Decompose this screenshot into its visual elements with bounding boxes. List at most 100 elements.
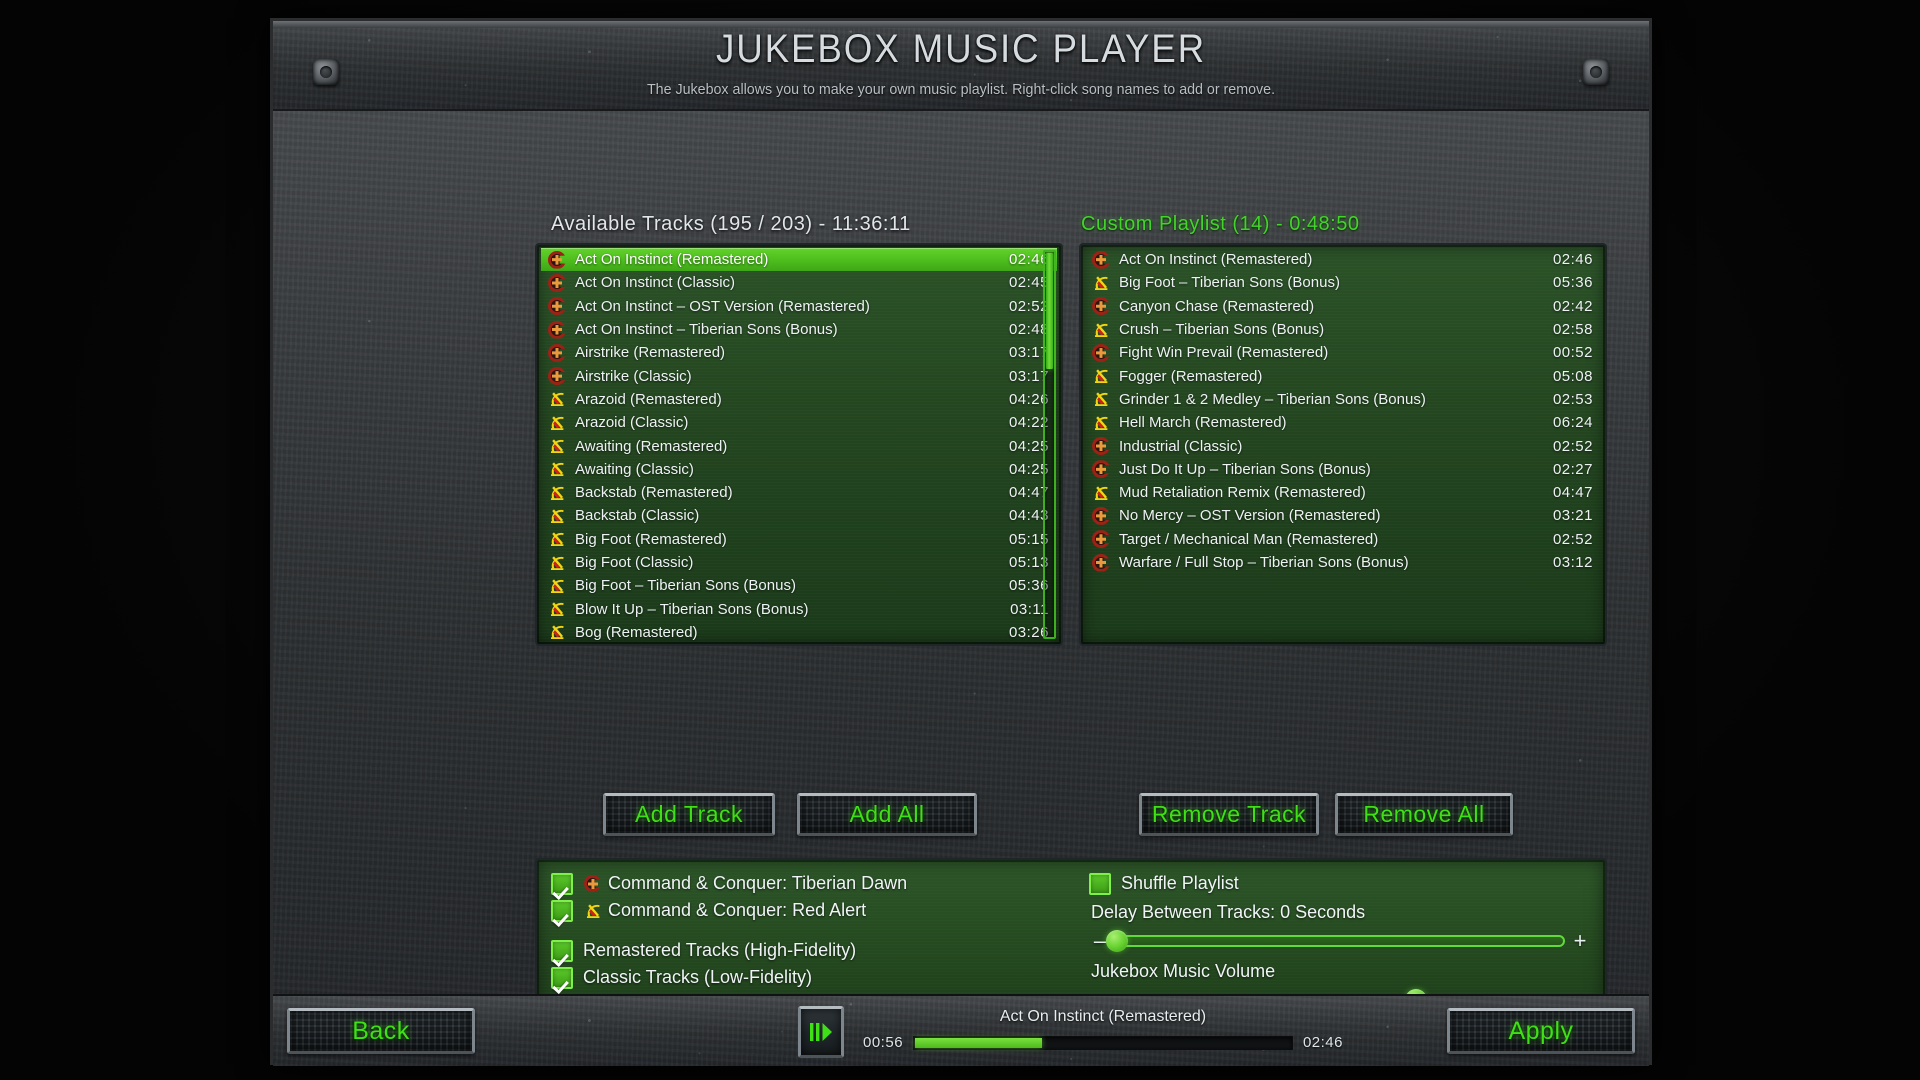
scrollbar-thumb[interactable]: [1046, 253, 1053, 369]
table-row[interactable]: Awaiting (Remastered) 04:25: [541, 434, 1057, 457]
duration-time: 02:46: [1302, 1034, 1343, 1051]
track-title: Big Foot (Remastered): [575, 530, 727, 548]
progress-bar-track[interactable]: [913, 1035, 1293, 1050]
table-row[interactable]: Warfare / Full Stop – Tiberian Sons (Bon…: [1085, 551, 1601, 574]
remove-all-button[interactable]: Remove All: [1335, 793, 1513, 836]
shuffle-playlist-checkbox[interactable]: [1089, 872, 1111, 895]
track-duration: 02:52: [1008, 297, 1049, 315]
track-title: Big Foot – Tiberian Sons (Bonus): [1119, 274, 1340, 292]
track-filter-checkbox[interactable]: [551, 939, 573, 962]
window-titlebar: JUKEBOX MUSIC PLAYER The Jukebox allows …: [273, 21, 1649, 111]
tiberian-dawn-icon: [1091, 553, 1111, 573]
tiberian-dawn-icon: [547, 250, 567, 270]
table-row[interactable]: Fogger (Remastered) 05:08: [1085, 364, 1601, 387]
track-filter-row[interactable]: Remastered Tracks (High-Fidelity): [551, 937, 1071, 964]
track-duration: 04:22: [1008, 414, 1049, 432]
delay-slider-track[interactable]: [1106, 930, 1565, 952]
table-row[interactable]: No Mercy – OST Version (Remastered) 03:21: [1085, 504, 1601, 527]
table-row[interactable]: Target / Mechanical Man (Remastered) 02:5…: [1085, 528, 1601, 551]
track-filter-checkbox[interactable]: [551, 899, 573, 922]
track-filter-checkbox[interactable]: [551, 872, 573, 895]
available-tracks-list[interactable]: Act On Instinct (Remastered) 02:46 Act On …: [541, 248, 1057, 641]
tiberian-dawn-icon: [547, 273, 567, 293]
track-filter-row[interactable]: Command & Conquer: Tiberian Dawn: [551, 870, 1071, 897]
red-alert-hammer-sickle-icon: [547, 599, 567, 619]
available-tracks-scrollbar[interactable]: [1043, 250, 1056, 639]
track-duration: 04:43: [1008, 507, 1049, 525]
table-row[interactable]: Grinder 1 & 2 Medley – Tiberian Sons (Bo…: [1085, 388, 1601, 411]
table-row[interactable]: Act On Instinct – OST Version (Remastere…: [541, 295, 1057, 318]
table-row[interactable]: Act On Instinct (Remastered) 02:46: [541, 248, 1057, 272]
track-duration: 03:17: [1008, 367, 1049, 385]
tiberian-dawn-icon: [1091, 296, 1111, 316]
table-row[interactable]: Industrial (Classic) 02:52: [1085, 434, 1601, 457]
table-row[interactable]: Act On Instinct – Tiberian Sons (Bonus) 0…: [541, 318, 1057, 341]
track-duration: 05:36: [1552, 274, 1593, 292]
track-duration: 02:52: [1552, 437, 1593, 455]
add-all-button[interactable]: Add All: [797, 793, 977, 836]
table-row[interactable]: Just Do It Up – Tiberian Sons (Bonus) 02:…: [1085, 458, 1601, 481]
table-row[interactable]: Arazoid (Remastered) 04:26: [541, 388, 1057, 411]
table-row[interactable]: Arazoid (Classic) 04:22: [541, 411, 1057, 434]
red-alert-hammer-sickle-icon: [547, 413, 567, 433]
table-row[interactable]: Awaiting (Classic) 04:25: [541, 458, 1057, 481]
delay-slider-row[interactable]: – +: [1091, 927, 1589, 955]
track-title: Just Do It Up – Tiberian Sons (Bonus): [1119, 460, 1371, 478]
table-row[interactable]: Backstab (Remastered) 04:47: [541, 481, 1057, 504]
table-row[interactable]: Airstrike (Remastered) 03:17: [541, 341, 1057, 364]
track-duration: 05:08: [1552, 367, 1593, 385]
red-alert-hammer-sickle-icon: [1091, 273, 1111, 293]
table-row[interactable]: Blow It Up – Tiberian Sons (Bonus) 03:11: [541, 597, 1057, 620]
table-row[interactable]: Big Foot – Tiberian Sons (Bonus) 05:36: [541, 574, 1057, 597]
track-duration: 03:11: [1010, 600, 1049, 618]
track-title: Grinder 1 & 2 Medley – Tiberian Sons (Bo…: [1119, 390, 1426, 408]
table-row[interactable]: Backstab (Classic) 04:43: [541, 504, 1057, 527]
table-row[interactable]: Crush – Tiberian Sons (Bonus) 02:58: [1085, 318, 1601, 341]
tiberian-dawn-icon: [547, 343, 567, 363]
table-row[interactable]: Mud Retaliation Remix (Remastered) 04:47: [1085, 481, 1601, 504]
track-duration: 05:15: [1008, 530, 1049, 548]
table-row[interactable]: Act On Instinct (Remastered) 02:46: [1085, 248, 1601, 271]
jukebox-window: JUKEBOX MUSIC PLAYER The Jukebox allows …: [270, 18, 1652, 1066]
tiberian-dawn-icon: [1091, 436, 1111, 456]
table-row[interactable]: Canyon Chase (Remastered) 02:42: [1085, 295, 1601, 318]
shuffle-playlist-checkbox-row[interactable]: Shuffle Playlist: [1089, 870, 1589, 897]
delay-between-tracks-label: Delay Between Tracks: 0 Seconds: [1091, 902, 1366, 922]
tiberian-dawn-icon: [1091, 529, 1111, 549]
track-duration: 02:52: [1552, 530, 1593, 548]
table-row[interactable]: Big Foot (Classic) 05:13: [541, 551, 1057, 574]
custom-playlist-list[interactable]: Act On Instinct (Remastered) 02:46 Big Foo…: [1085, 248, 1601, 641]
track-duration: 02:42: [1552, 297, 1593, 315]
tiberian-dawn-icon: [1091, 250, 1111, 270]
page-subtitle: The Jukebox allows you to make your own …: [646, 81, 1276, 98]
track-filter-checkbox[interactable]: [551, 966, 573, 989]
track-title: Mud Retaliation Remix (Remastered): [1119, 484, 1366, 502]
track-title: Act On Instinct (Classic): [575, 274, 736, 292]
table-row[interactable]: Big Foot – Tiberian Sons (Bonus) 05:36: [1085, 271, 1601, 294]
track-duration: 04:26: [1008, 390, 1049, 408]
track-filter-label: Classic Tracks (Low-Fidelity): [583, 967, 813, 987]
play-pause-button[interactable]: [798, 1006, 844, 1058]
apply-button[interactable]: Apply: [1447, 1008, 1635, 1054]
track-filter-label: Remastered Tracks (High-Fidelity): [583, 940, 857, 960]
remove-track-button[interactable]: Remove Track: [1139, 793, 1319, 836]
red-alert-hammer-sickle-icon: [547, 389, 567, 409]
add-track-button[interactable]: Add Track: [603, 793, 775, 836]
track-title: Act On Instinct – OST Version (Remastere…: [575, 297, 870, 315]
table-row[interactable]: Hell March (Remastered) 06:24: [1085, 411, 1601, 434]
track-duration: 02:45: [1008, 274, 1049, 292]
delay-increase-button[interactable]: +: [1571, 928, 1589, 954]
back-button[interactable]: Back: [287, 1008, 475, 1054]
table-row[interactable]: Fight Win Prevail (Remastered) 00:52: [1085, 341, 1601, 364]
track-title: Backstab (Classic): [575, 507, 700, 525]
table-row[interactable]: Act On Instinct (Classic) 02:45: [541, 271, 1057, 294]
delay-slider-knob[interactable]: [1106, 930, 1128, 952]
track-title: Industrial (Classic): [1119, 437, 1243, 455]
track-filter-row[interactable]: Classic Tracks (Low-Fidelity): [551, 964, 1071, 991]
playback-progress[interactable]: 00:56 02:46: [863, 1034, 1343, 1051]
table-row[interactable]: Big Foot (Remastered) 05:15: [541, 528, 1057, 551]
track-filter-row[interactable]: Command & Conquer: Red Alert: [551, 897, 1071, 924]
table-row[interactable]: Bog (Remastered) 03:26: [541, 621, 1057, 641]
table-row[interactable]: Airstrike (Classic) 03:17: [541, 364, 1057, 387]
play-pause-icon: [810, 1023, 832, 1041]
